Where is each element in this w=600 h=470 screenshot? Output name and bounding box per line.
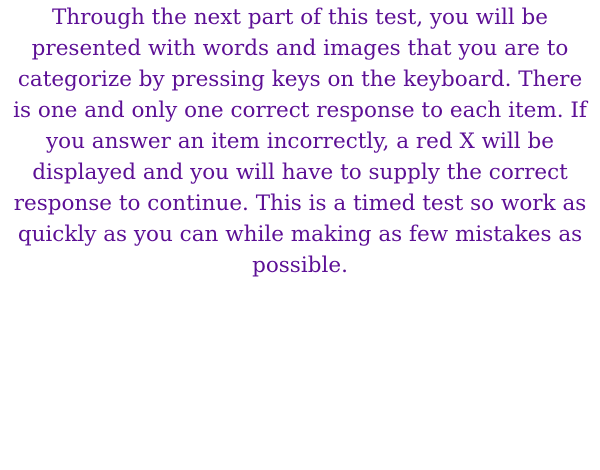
instructions-text: Through the next part of this test, you … (13, 5, 587, 278)
test-instructions-screen: Through the next part of this test, you … (0, 0, 600, 470)
